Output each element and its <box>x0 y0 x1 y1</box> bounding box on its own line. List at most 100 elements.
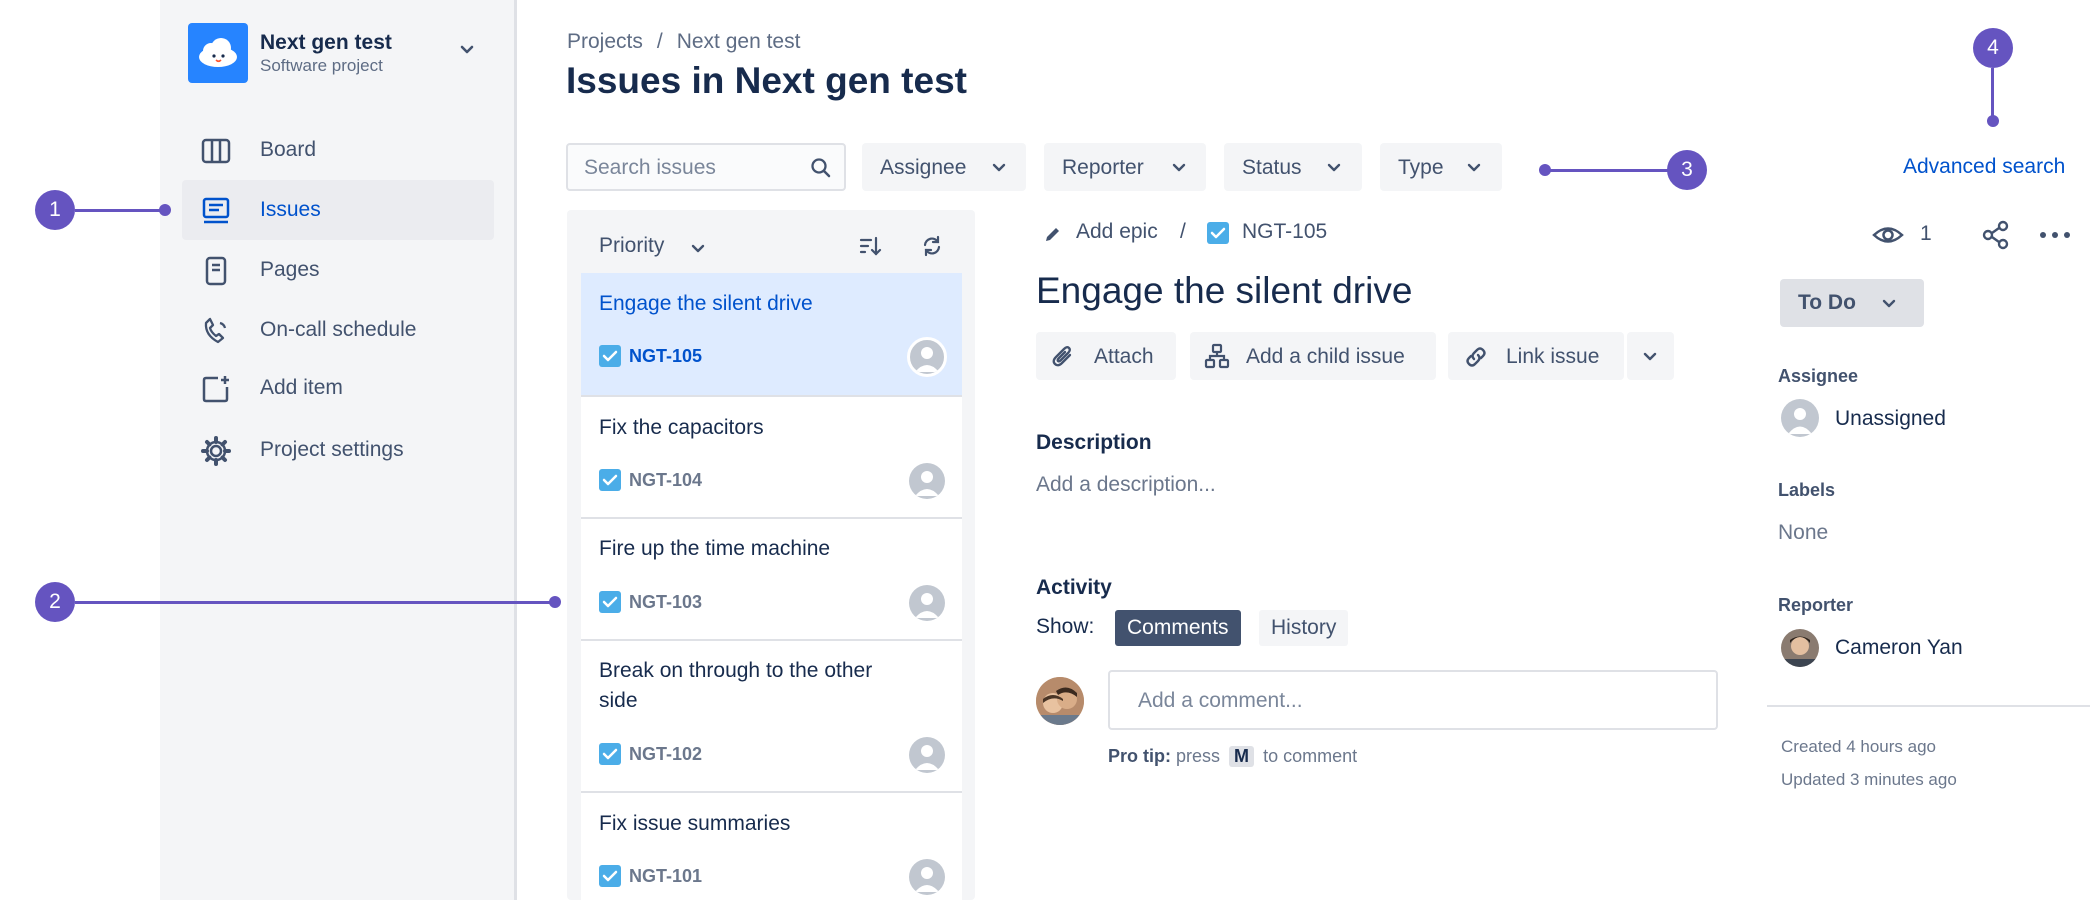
callout-dot-1 <box>159 204 171 216</box>
show-label: Show: <box>1036 615 1095 638</box>
assignee-avatar-icon <box>909 463 945 499</box>
project-avatar[interactable] <box>188 23 248 83</box>
pencil-icon <box>1043 224 1063 249</box>
current-user-avatar <box>1036 677 1084 725</box>
issue-card[interactable]: Engage the silent drive NGT-105 <box>581 273 962 397</box>
search-input[interactable] <box>584 155 804 181</box>
page-title: Issues in Next gen test <box>566 60 967 101</box>
issue-title: Fix issue summaries <box>599 812 791 835</box>
project-switcher-chevron-icon[interactable] <box>457 40 477 65</box>
priority-sort-dropdown[interactable]: Priority <box>585 224 713 268</box>
cloud-icon <box>199 38 237 67</box>
assignee-value[interactable]: Unassigned <box>1835 407 1946 431</box>
comment-box[interactable] <box>1108 670 1718 730</box>
issue-card[interactable]: Fix the capacitors NGT-104 <box>581 397 962 519</box>
callout-marker-2: 2 <box>35 582 75 622</box>
task-checkbox-icon <box>599 469 621 491</box>
filter-label: Reporter <box>1062 156 1144 179</box>
chevron-down-icon <box>1170 158 1188 181</box>
sidebar-item-issues[interactable]: Issues <box>182 180 494 240</box>
search-icon <box>810 157 832 184</box>
status-transition-button[interactable]: To Do <box>1780 279 1924 327</box>
chevron-down-icon <box>1641 347 1659 370</box>
sidebar-item-pages[interactable]: Pages <box>182 240 494 300</box>
link-icon <box>1462 343 1490 376</box>
pro-tip-press: press <box>1176 746 1221 766</box>
panel-divider <box>1767 705 2090 707</box>
add-child-issue-button[interactable]: Add a child issue <box>1190 332 1436 380</box>
callout-line-4 <box>1991 68 1994 121</box>
breadcrumb-projects-link[interactable]: Projects <box>567 30 643 53</box>
more-options-icon[interactable] <box>2038 222 2072 253</box>
breadcrumb-project-link[interactable]: Next gen test <box>677 30 801 53</box>
reporter-filter-button[interactable]: Reporter <box>1044 143 1206 191</box>
chevron-down-icon <box>990 158 1008 181</box>
attach-button[interactable]: Attach <box>1036 332 1176 380</box>
reporter-value[interactable]: Cameron Yan <box>1835 636 1963 660</box>
refresh-icon[interactable] <box>920 234 944 263</box>
issue-card[interactable]: Fire up the time machine NGT-103 <box>581 519 962 641</box>
tab-comments[interactable]: Comments <box>1115 610 1241 646</box>
assignee-filter-button[interactable]: Assignee <box>862 143 1026 191</box>
chevron-down-icon <box>1325 158 1343 181</box>
sidebar-item-label: Add item <box>260 376 343 399</box>
keyboard-shortcut-badge: M <box>1229 746 1255 767</box>
link-issue-button[interactable]: Link issue <box>1448 332 1624 380</box>
task-checkbox-icon <box>599 591 621 613</box>
more-actions-dropdown[interactable] <box>1627 332 1674 380</box>
sidebar-item-board[interactable]: Board <box>182 120 494 180</box>
sidebar-item-label: Pages <box>260 258 320 281</box>
type-filter-button[interactable]: Type <box>1380 143 1502 191</box>
issue-title: Break on through to the other side <box>599 659 873 712</box>
issue-card[interactable]: Fix issue summaries NGT-101 <box>581 793 962 900</box>
status-label: To Do <box>1798 291 1856 314</box>
watch-eye-icon[interactable] <box>1872 219 1904 256</box>
gear-icon <box>200 435 232 467</box>
breadcrumb: Projects / Next gen test <box>567 30 814 54</box>
sidebar-item-add-item[interactable]: Add item <box>182 358 494 418</box>
action-label: Add a child issue <box>1246 345 1405 368</box>
sort-order-icon[interactable] <box>858 234 882 263</box>
labels-value[interactable]: None <box>1778 521 1828 545</box>
activity-heading: Activity <box>1036 576 1112 599</box>
assignee-avatar-icon <box>909 859 945 895</box>
tab-history[interactable]: History <box>1259 610 1349 646</box>
sidebar-item-label: Project settings <box>260 438 404 461</box>
status-filter-button[interactable]: Status <box>1224 143 1362 191</box>
issue-summary[interactable]: Engage the silent drive <box>1036 270 1412 312</box>
share-icon[interactable] <box>1980 219 2012 256</box>
action-label: Link issue <box>1506 345 1600 368</box>
callout-dot-2 <box>549 596 561 608</box>
sidebar-item-on-call-schedule[interactable]: On-call schedule <box>182 300 494 360</box>
issue-card[interactable]: Break on through to the other side NGT-1… <box>581 641 962 793</box>
callout-line-2 <box>75 601 555 604</box>
assignee-avatar-icon <box>907 337 947 377</box>
sidebar-item-label: Board <box>260 138 317 161</box>
chevron-down-icon <box>1880 294 1898 317</box>
advanced-search-link[interactable]: Advanced search <box>1903 155 2065 179</box>
issue-list-panel: Priority Engage the silent drive NGT-105… <box>567 210 975 900</box>
callout-line-3 <box>1544 169 1669 172</box>
add-item-icon <box>200 373 232 405</box>
add-epic-link[interactable]: Add epic <box>1076 220 1158 244</box>
reporter-avatar <box>1781 629 1819 667</box>
sidebar-item-project-settings[interactable]: Project settings <box>182 420 494 480</box>
sidebar-item-label: On-call schedule <box>260 318 417 341</box>
sort-label: Priority <box>599 234 665 257</box>
paperclip-icon <box>1050 344 1076 375</box>
issue-key-link[interactable]: NGT-105 <box>1242 220 1327 244</box>
search-issues-box[interactable] <box>566 143 846 191</box>
issue-key: NGT-101 <box>629 866 703 886</box>
issue-key: NGT-105 <box>629 346 703 366</box>
comment-input[interactable] <box>1138 688 1698 714</box>
description-heading: Description <box>1036 431 1152 454</box>
pro-tip-label: Pro tip: <box>1108 746 1171 766</box>
issue-title: Fire up the time machine <box>599 537 831 560</box>
chevron-down-icon <box>1465 158 1483 181</box>
unassigned-avatar-icon <box>1781 399 1819 437</box>
assignee-label: Assignee <box>1778 366 1859 386</box>
hierarchy-icon <box>1204 343 1230 374</box>
callout-marker-4: 4 <box>1973 28 2013 68</box>
callout-line-1 <box>75 209 165 212</box>
description-field[interactable]: Add a description... <box>1036 473 1216 497</box>
